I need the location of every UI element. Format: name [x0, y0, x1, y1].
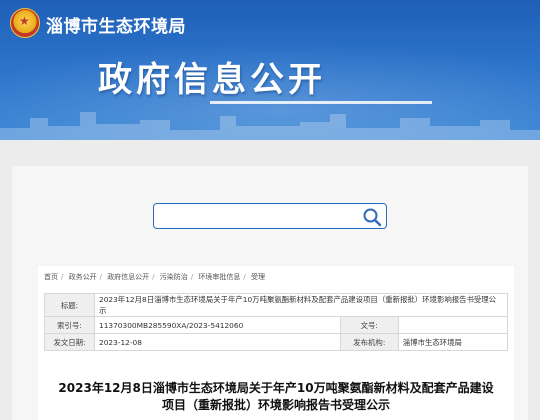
- breadcrumb-acceptance[interactable]: 受理: [251, 273, 265, 281]
- search-icon[interactable]: [362, 207, 382, 227]
- meta-row-index: 索引号: 11370300MB285590XA/2023-5412060 文号:: [44, 316, 509, 334]
- title-value: 2023年12月8日淄博市生态环境局关于年产10万吨聚氨酯新材料及配套产品建设项…: [94, 293, 508, 317]
- search-input[interactable]: [158, 207, 354, 225]
- document-title-line-1: 2023年12月8日淄博市生态环境局关于年产10万吨聚氨酯新材料及配套产品建设: [58, 381, 494, 395]
- breadcrumb-env-approval[interactable]: 环境审批信息: [198, 273, 240, 281]
- document-title: 2023年12月8日淄博市生态环境局关于年产10万吨聚氨酯新材料及配套产品建设 …: [38, 380, 514, 414]
- breadcrumb: 首页 / 政务公开 / 政府信息公开 / 污染防治 / 环境审批信息 / 受理: [44, 272, 268, 282]
- meta-row-date: 发文日期: 2023-12-08 发布机构: 淄博市生态环境局: [44, 333, 509, 351]
- breadcrumb-separator: /: [243, 273, 246, 281]
- meta-row-title: 标题: 2023年12月8日淄博市生态环境局关于年产10万吨聚氨酯新材料及配套产…: [44, 293, 508, 317]
- issuer-label: 发布机构:: [339, 333, 399, 351]
- date-value: 2023-12-08: [94, 333, 341, 351]
- meta-table: 标题: 2023年12月8日淄博市生态环境局关于年产10万吨聚氨酯新材料及配套产…: [44, 293, 509, 351]
- star-icon: ★: [19, 14, 30, 28]
- header-banner: ★ 淄博市生态环境局 政府信息公开: [0, 0, 540, 140]
- search-box: [153, 203, 387, 229]
- docno-label: 文号:: [339, 316, 399, 334]
- document-title-line-2: 项目（重新报批）环境影响报告书受理公示: [161, 398, 390, 412]
- date-label: 发文日期:: [44, 333, 95, 351]
- content-card: 首页 / 政务公开 / 政府信息公开 / 污染防治 / 环境审批信息 / 受理 标题: 2…: [38, 266, 514, 420]
- issuer-value: 淄博市生态环境局: [397, 333, 509, 351]
- index-value: 11370300MB285590XA/2023-5412060: [94, 316, 341, 334]
- org-name[interactable]: 淄博市生态环境局: [46, 12, 186, 37]
- skyline-decoration: [0, 112, 540, 140]
- breadcrumb-home[interactable]: 首页: [44, 273, 58, 281]
- page-title: 政府信息公开: [98, 60, 326, 100]
- title-label: 标题:: [44, 293, 95, 317]
- breadcrumb-gov-affairs[interactable]: 政务公开: [69, 273, 97, 281]
- breadcrumb-pollution[interactable]: 污染防治: [160, 273, 188, 281]
- national-emblem-icon[interactable]: ★: [10, 8, 40, 38]
- breadcrumb-separator: /: [152, 273, 155, 281]
- index-label: 索引号:: [44, 316, 95, 334]
- breadcrumb-separator: /: [61, 273, 64, 281]
- breadcrumb-separator: /: [99, 273, 102, 281]
- breadcrumb-separator: /: [190, 273, 194, 281]
- docno-value: [397, 316, 509, 334]
- title-underline: [210, 101, 432, 104]
- breadcrumb-info-disclosure[interactable]: 政府信息公开: [107, 273, 149, 281]
